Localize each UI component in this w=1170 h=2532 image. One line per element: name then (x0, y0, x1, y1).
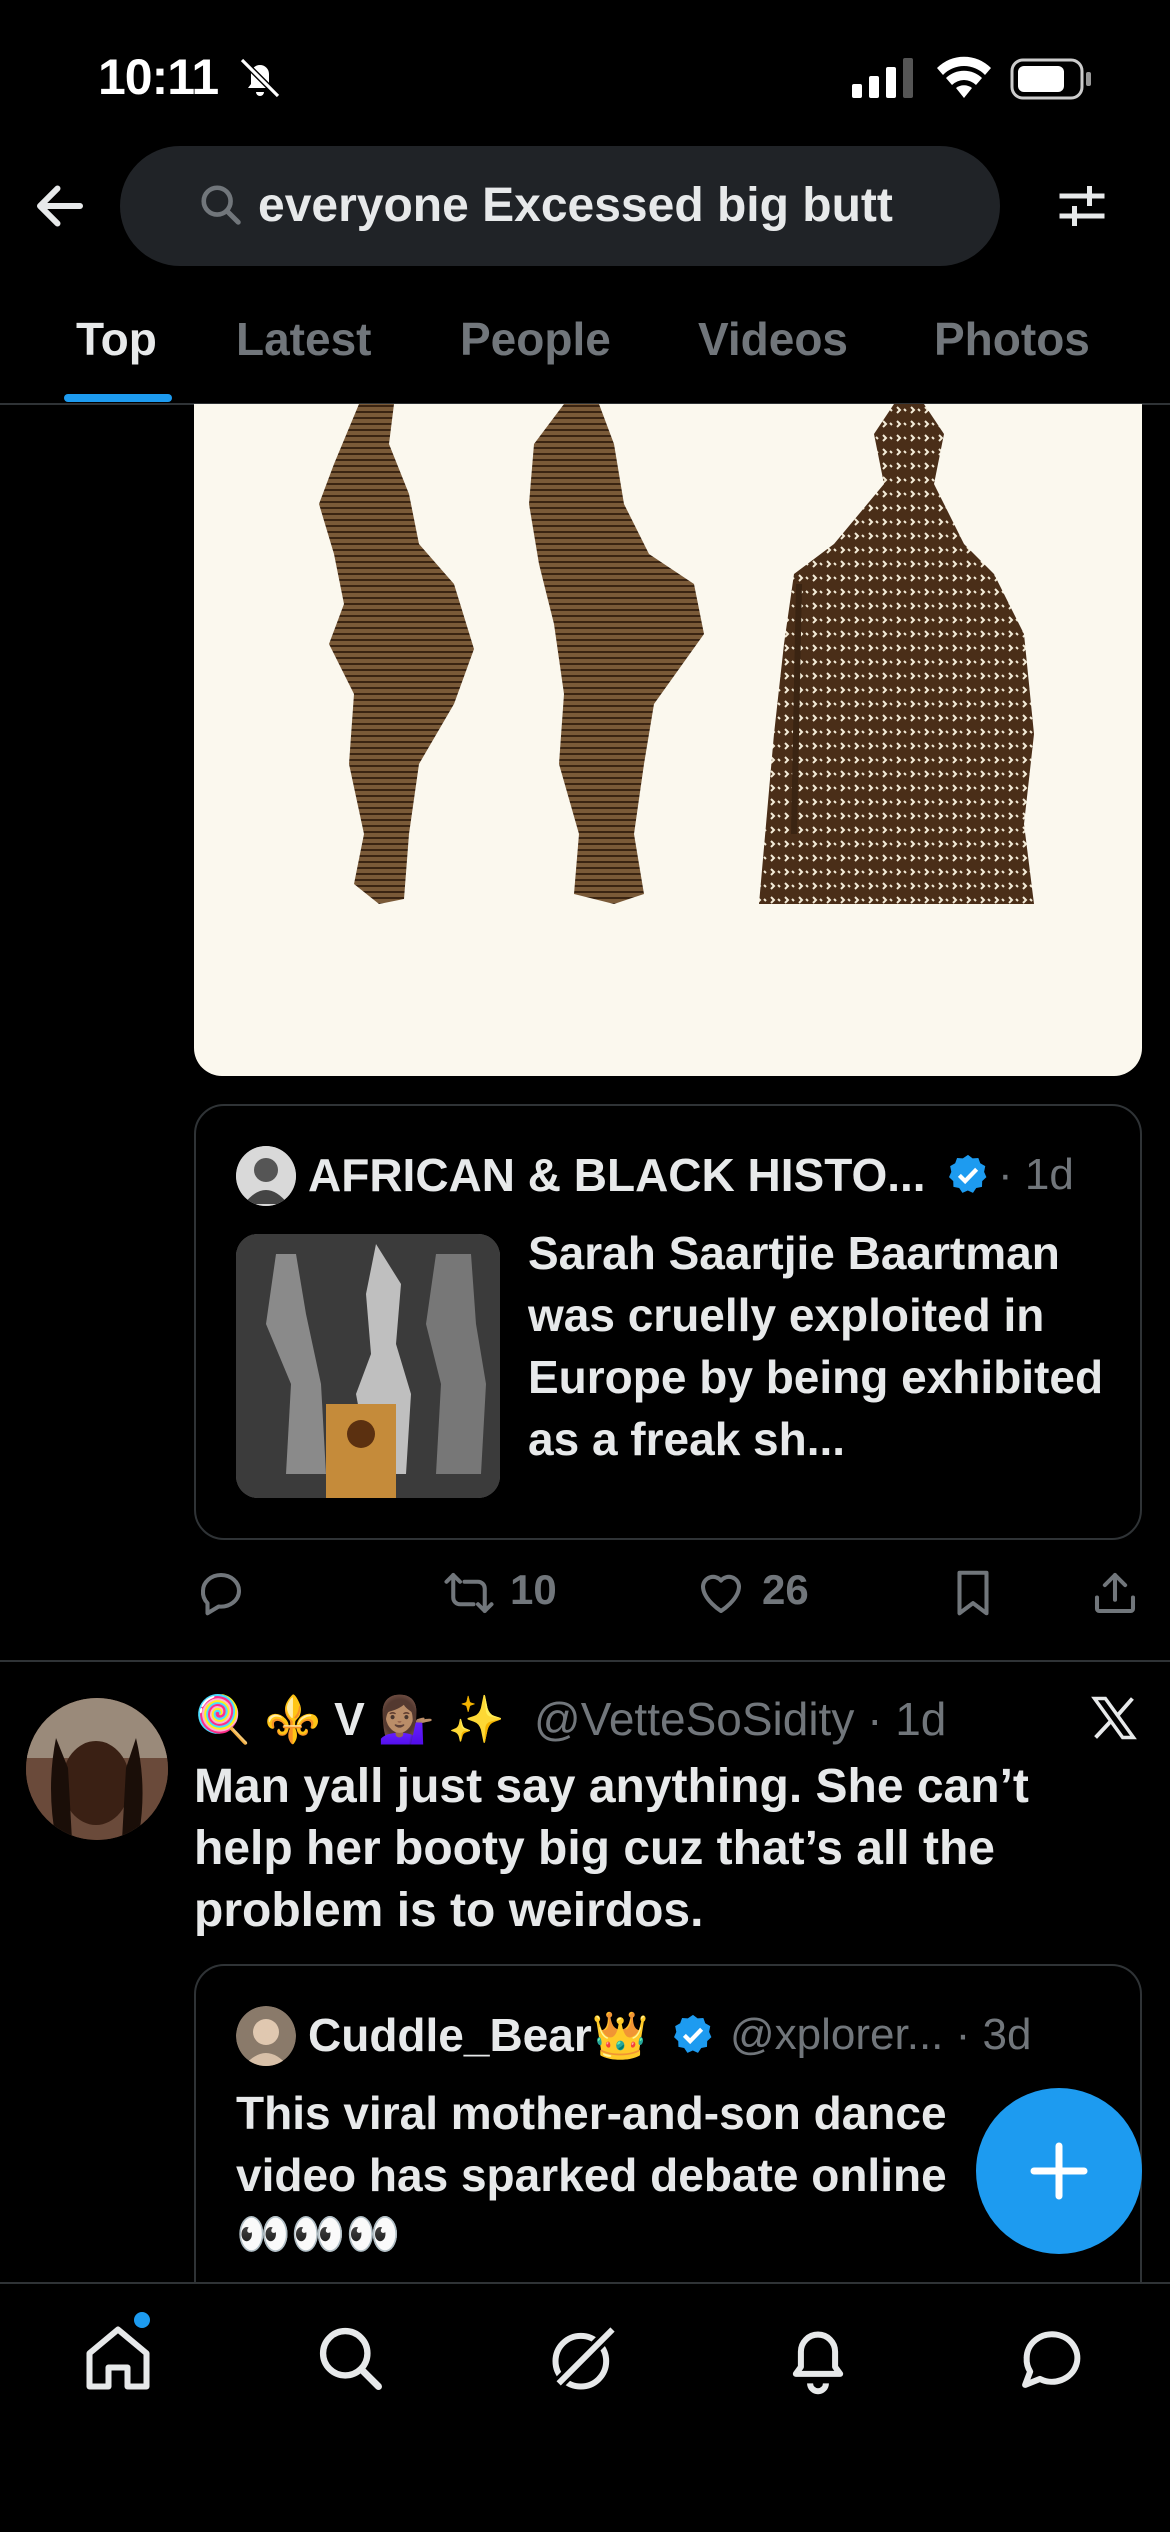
home-notification-dot (134, 2312, 150, 2328)
tweet-text: Man yall just say anything. She can’t he… (194, 1760, 1029, 1937)
author-display-name[interactable]: 🍭 ⚜️ V 💁🏽‍♀️ ✨ (194, 1692, 505, 1747)
search-nav-icon[interactable] (312, 2320, 388, 2396)
active-tab-indicator (64, 394, 172, 402)
x-logo-icon (1091, 1696, 1137, 1740)
search-query[interactable]: everyone Excessed big butt (258, 178, 893, 233)
quoted-author-avatar (236, 1146, 296, 1206)
like-heart-icon[interactable] (694, 1566, 748, 1620)
quoted-author-name: AFRICAN & BLACK HISTO... (308, 1149, 926, 1201)
retweet-count: 10 (510, 1566, 557, 1613)
battery-icon (1010, 58, 1091, 100)
quoted-author-name: Cuddle_Bear👑 (308, 2009, 650, 2061)
back-arrow-icon[interactable] (30, 176, 90, 236)
tweet-divider (0, 1660, 1170, 1662)
notifications-bell-icon[interactable] (780, 2320, 856, 2396)
tab-people[interactable]: People (460, 312, 611, 366)
wifi-icon (937, 56, 991, 98)
quoted-tweet-emoji: 👀👀👀 (236, 2210, 401, 2259)
compose-post-button[interactable] (976, 2088, 1142, 2254)
verified-badge-icon (674, 2014, 712, 2053)
author-handle-time[interactable]: @VetteSoSidity · 1d (534, 1692, 946, 1746)
cellular-signal-icon (852, 58, 913, 98)
quoted-tweet-time: · 1d (998, 1150, 1074, 1199)
tab-videos[interactable]: Videos (698, 312, 848, 366)
home-icon[interactable] (80, 2320, 156, 2396)
historical-illustration (319, 404, 1034, 904)
quoted-author-avatar (236, 2006, 296, 2066)
share-icon[interactable] (1088, 1566, 1142, 1620)
quoted-tweet-text: Sarah Saartjie Baartman was cruelly expl… (528, 1227, 1104, 1465)
tweet-media-image[interactable] (194, 404, 1142, 1076)
messages-icon[interactable] (1014, 2320, 1090, 2396)
retweet-icon[interactable] (442, 1566, 496, 1620)
tab-latest[interactable]: Latest (236, 312, 371, 366)
plus-icon (1030, 2142, 1088, 2200)
tab-top[interactable]: Top (76, 312, 157, 366)
quoted-tweet-thumbnail (236, 1234, 500, 1498)
search-icon (201, 185, 241, 225)
reply-icon[interactable] (194, 1566, 248, 1620)
bell-muted-icon (239, 57, 281, 99)
verified-badge-icon (949, 1154, 987, 1193)
tab-photos[interactable]: Photos (934, 312, 1090, 366)
status-time: 10:11 (98, 49, 219, 105)
grok-icon[interactable] (546, 2320, 622, 2396)
bookmark-icon[interactable] (946, 1566, 1000, 1620)
quoted-tweet-handle-time: @xplorer... · 3d (730, 2010, 1032, 2059)
author-avatar[interactable] (26, 1698, 168, 1840)
search-filter-icon[interactable] (1050, 176, 1114, 236)
like-count: 26 (762, 1566, 809, 1613)
quoted-tweet-text: This viral mother-and-son dance video ha… (236, 2087, 947, 2201)
